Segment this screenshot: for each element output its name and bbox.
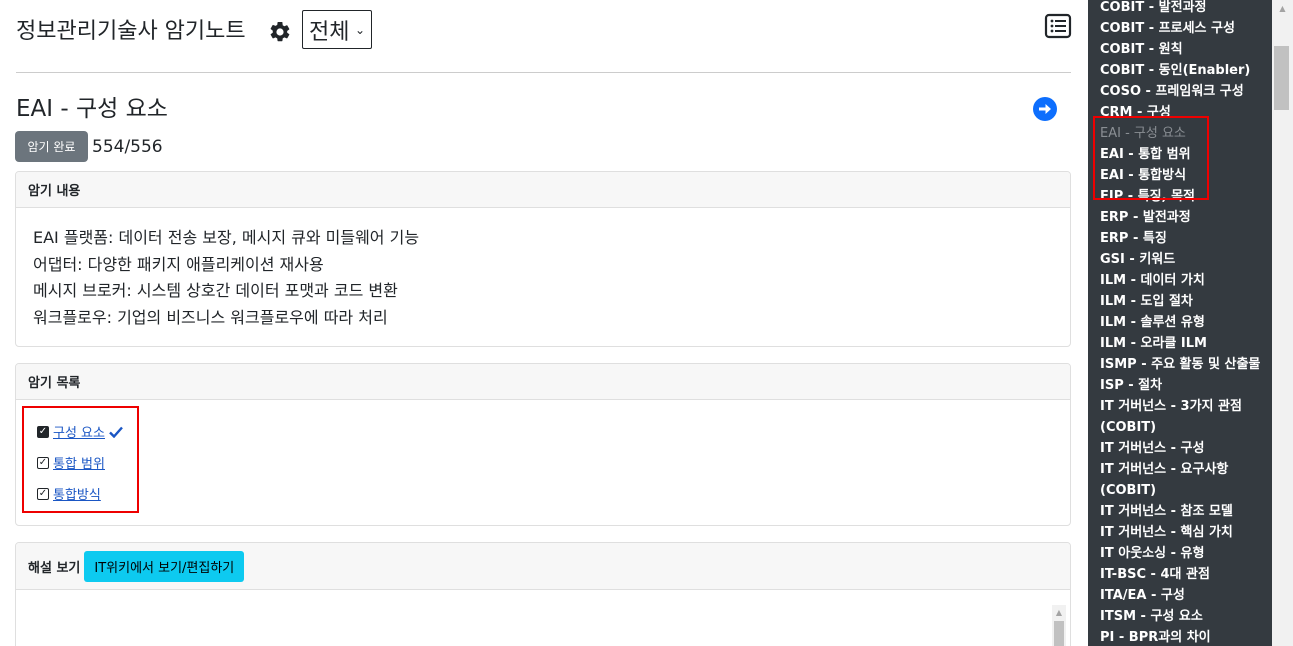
page-scrollbar[interactable]: ▲ — [1272, 0, 1293, 646]
checklist-card-body: ✓ 구성 요소 ✓ 통합 범위 ✓ 통합방식 — [16, 400, 1070, 525]
content-line: 워크플로우: 기업의 비즈니스 워크플로우에 따라 처리 — [33, 307, 388, 327]
sidebar-item[interactable]: ILM - 데이터 가치 — [1100, 270, 1270, 291]
sidebar-item[interactable]: COBIT - 프로세스 구성 — [1100, 18, 1270, 39]
content-card: 암기 내용 EAI 플랫폼: 데이터 전송 보장, 메시지 큐와 미들웨어 기능… — [15, 171, 1071, 347]
sidebar-item[interactable]: COBIT - 발전과정 — [1100, 0, 1270, 18]
sidebar-item[interactable]: ERP - 발전과정 — [1100, 207, 1270, 228]
sidebar-item[interactable]: COSO - 프레임워크 구성 — [1100, 81, 1270, 102]
sidebar-item[interactable]: IT 거버넌스 - 참조 모델 — [1100, 501, 1270, 522]
sidebar-item[interactable]: ILM - 오라클 ILM — [1100, 333, 1270, 354]
scroll-up-icon[interactable]: ▲ — [1052, 605, 1066, 619]
sidebar-item[interactable]: IT 거버넌스 - 구성 — [1100, 438, 1270, 459]
gear-icon[interactable] — [268, 20, 292, 44]
sidebar-item[interactable]: COBIT - 동인(Enabler) — [1100, 60, 1270, 81]
explain-scrollbar[interactable]: ▲ — [1052, 605, 1066, 646]
chevron-down-icon: ⌄ — [354, 22, 365, 37]
progress-count: 554/556 — [92, 137, 163, 157]
header-divider — [16, 72, 1071, 73]
list-icon[interactable] — [1044, 12, 1072, 40]
memorized-button[interactable]: 암기 완료 — [15, 131, 88, 162]
sidebar-item[interactable]: ITSM - 구성 요소 — [1100, 606, 1270, 627]
scope-select-value: 전체 — [309, 19, 350, 45]
explain-card-title: 해설 보기 — [28, 560, 81, 576]
arrow-right-circle-icon[interactable] — [1033, 97, 1057, 121]
topic-sidebar: COBIT - 발전과정 COBIT - 프로세스 구성 COBIT - 원칙 … — [1088, 0, 1272, 646]
scroll-thumb[interactable] — [1054, 621, 1064, 646]
sidebar-item[interactable]: IT-BSC - 4대 관점 — [1100, 564, 1270, 585]
sidebar-item[interactable]: COBIT - 원칙 — [1100, 39, 1270, 60]
scope-select[interactable]: 전체 ⌄ — [302, 10, 372, 49]
content-card-body: EAI 플랫폼: 데이터 전송 보장, 메시지 큐와 미들웨어 기능 어댑터: … — [16, 208, 1070, 346]
sidebar-item[interactable]: IT 거버넌스 - 3가지 관점 (COBIT) — [1100, 396, 1270, 438]
sidebar-item[interactable]: ILM - 솔루션 유형 — [1100, 312, 1270, 333]
sidebar-item[interactable]: ISMP - 주요 활동 및 산출물 — [1100, 354, 1270, 375]
sidebar-item[interactable]: ITA/EA - 구성 — [1100, 585, 1270, 606]
app-header: 정보관리기술사 암기노트 전체 ⌄ — [16, 10, 1072, 54]
app-title: 정보관리기술사 암기노트 — [16, 19, 246, 44]
explain-card-header: 해설 보기 IT위키에서 보기/편집하기 — [16, 543, 1070, 590]
topic-title: EAI - 구성 요소 — [16, 96, 168, 122]
content-line: 메시지 브로커: 시스템 상호간 데이터 포맷과 코드 변환 — [33, 281, 398, 300]
highlight-box — [1093, 116, 1209, 200]
content-line: 어댑터: 다양한 패키지 애플리케이션 재사용 — [33, 254, 324, 274]
sidebar-item[interactable]: IT 거버넌스 - 요구사항 (COBIT) — [1100, 459, 1270, 501]
content-line: EAI 플랫폼: 데이터 전송 보장, 메시지 큐와 미들웨어 기능 — [33, 228, 420, 247]
sidebar-item[interactable]: ISP - 절차 — [1100, 375, 1270, 396]
explain-card: 해설 보기 IT위키에서 보기/편집하기 ▲ — [15, 542, 1071, 646]
scroll-up-icon[interactable]: ▲ — [1272, 0, 1293, 17]
checklist-card-header: 암기 목록 — [16, 364, 1070, 400]
content-card-header: 암기 내용 — [16, 172, 1070, 208]
sidebar-item[interactable]: GSI - 키워드 — [1100, 249, 1270, 270]
wiki-view-edit-button[interactable]: IT위키에서 보기/편집하기 — [84, 550, 245, 582]
sidebar-item[interactable]: PI - BPR과의 차이 — [1100, 627, 1270, 646]
sidebar-item[interactable]: ERP - 특징 — [1100, 228, 1270, 249]
sidebar-list: COBIT - 발전과정 COBIT - 프로세스 구성 COBIT - 원칙 … — [1100, 0, 1270, 646]
main-panel: 정보관리기술사 암기노트 전체 ⌄ EAI - 구성 요소 암기 완료 554/… — [0, 0, 1088, 646]
sidebar-item[interactable]: IT 거버넌스 - 핵심 가치 — [1100, 522, 1270, 543]
checklist-card: 암기 목록 ✓ 구성 요소 ✓ 통합 범위 ✓ 통합방식 — [15, 363, 1071, 526]
sidebar-item[interactable]: IT 아웃소싱 - 유형 — [1100, 543, 1270, 564]
scroll-thumb[interactable] — [1274, 46, 1289, 110]
sidebar-item[interactable]: ILM - 도입 절차 — [1100, 291, 1270, 312]
highlight-box — [22, 406, 139, 513]
